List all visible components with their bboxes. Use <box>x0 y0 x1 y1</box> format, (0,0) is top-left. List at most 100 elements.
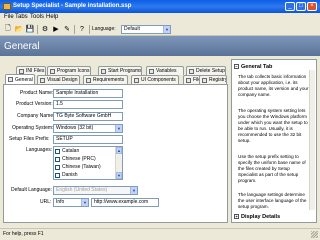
save-icon[interactable]: 💾 <box>25 24 35 34</box>
url-label: URL: <box>40 199 52 205</box>
expand-icon[interactable]: + <box>234 214 239 219</box>
chevron-down-icon[interactable]: ▼ <box>163 26 170 33</box>
general-tab-help-header[interactable]: − General Tab <box>234 62 314 71</box>
registry-icon <box>202 77 207 83</box>
menu-tabs[interactable]: Tabs <box>15 14 28 20</box>
scrollbar[interactable] <box>309 70 315 210</box>
languages-list[interactable]: Catalan Chinese (PRC) Chinese (Taiwan) D… <box>53 146 123 180</box>
tab-ui-components[interactable]: UI Components <box>131 75 179 84</box>
default-language-label: Default Language: <box>11 187 52 193</box>
build-icon[interactable]: ⚙ <box>40 24 50 34</box>
tab-delete-setup[interactable]: Delete Setup <box>186 66 226 75</box>
company-name-label: Company Name: <box>17 113 55 119</box>
maximize-button[interactable]: □ <box>296 2 306 11</box>
default-language-value: English (United States) <box>56 187 108 193</box>
operating-system-value: Windows (32 bit) <box>56 125 94 131</box>
help-icon[interactable]: ? <box>77 24 87 34</box>
resize-grip-icon[interactable] <box>311 231 318 238</box>
start-programs-icon <box>101 68 106 74</box>
menu-help[interactable]: Help <box>46 14 58 20</box>
company-name-input[interactable]: TG Byte Software GmbH <box>53 112 123 121</box>
display-details-header[interactable]: + Display Details <box>234 212 314 221</box>
toolbar: 🗋 📂 💾 ⚙ ▶ ✎ ? Language: Default ▼ <box>0 23 320 36</box>
list-item-label: Chinese (PRC) <box>62 156 96 162</box>
scroll-down-icon[interactable]: ▼ <box>116 172 122 179</box>
help-header-label: Display Details <box>241 213 281 220</box>
setup-prefix-input[interactable]: SETUP <box>53 135 123 144</box>
ini-files-icon <box>19 68 24 74</box>
operating-system-label: Operating System: <box>12 125 54 131</box>
requirements-icon <box>86 77 91 83</box>
checkbox[interactable] <box>55 164 60 170</box>
list-item[interactable]: Catalan <box>54 147 122 155</box>
tab-visual-design[interactable]: Visual Design <box>37 75 80 84</box>
list-item-label: Danish <box>62 172 78 178</box>
close-button[interactable]: × <box>307 2 317 11</box>
run-icon[interactable]: ▶ <box>51 24 61 34</box>
menu-tools[interactable]: Tools <box>30 14 44 20</box>
toolbar-separator <box>37 25 38 34</box>
product-version-label: Product Version: <box>16 101 53 107</box>
tab-label: Delete Setup <box>196 68 225 74</box>
visual-design-icon <box>40 77 45 83</box>
window-title: Setup Specialist - Sample installation.s… <box>13 3 132 9</box>
tab-general[interactable]: General <box>5 74 35 84</box>
product-version-input[interactable]: 1.5 <box>53 100 123 109</box>
files-icon <box>186 77 191 83</box>
menu-file[interactable]: File <box>4 14 14 20</box>
toolbar-separator <box>74 25 75 34</box>
checkbox[interactable] <box>55 156 60 162</box>
operating-system-select[interactable]: Windows (32 bit) ▼ <box>53 124 123 133</box>
help-text-2: The operating system setting lets you ch… <box>238 108 308 143</box>
language-label: Language: <box>92 26 116 32</box>
product-name-input[interactable]: Sample Installation <box>53 89 123 98</box>
list-item[interactable]: Chinese (PRC) <box>54 155 122 163</box>
checkbox[interactable] <box>55 148 60 154</box>
chevron-down-icon[interactable]: ▼ <box>115 125 122 132</box>
list-item[interactable]: Danish <box>54 171 122 179</box>
new-icon[interactable]: 🗋 <box>3 24 13 34</box>
tab-label: Program Icons <box>57 68 90 74</box>
tab-start-programs[interactable]: Start Programs <box>98 66 142 75</box>
collapse-icon[interactable]: − <box>234 64 239 69</box>
app-icon[interactable] <box>3 3 11 10</box>
language-select-value: Default <box>124 26 140 32</box>
list-item-label: Catalan <box>62 148 80 154</box>
toolbar-separator <box>89 25 90 34</box>
tab-variables[interactable]: Variables <box>146 66 184 75</box>
help-text-3: Use the setup prefix setting to specify … <box>238 154 306 183</box>
title-bar[interactable]: Setup Specialist - Sample installation.s… <box>0 0 320 13</box>
variables-icon <box>149 68 154 74</box>
chevron-down-icon[interactable]: ▼ <box>130 187 137 194</box>
wizard-icon[interactable]: ✎ <box>62 24 72 34</box>
tab-label: UI Components <box>141 77 176 83</box>
url-type-value: Info <box>56 199 65 205</box>
languages-label: Languages: <box>26 147 53 153</box>
chevron-down-icon[interactable]: ▼ <box>81 199 88 206</box>
general-tab-panel: Product Name: Sample Installation Produc… <box>3 84 228 223</box>
tab-label: Variables <box>156 68 177 74</box>
scroll-up-icon[interactable]: ▲ <box>116 147 122 154</box>
tab-registry[interactable]: Registry <box>199 75 227 84</box>
list-item[interactable]: Chinese (Taiwan) <box>54 163 122 171</box>
tab-label: Requirements <box>93 77 125 83</box>
language-select[interactable]: Default ▼ <box>121 25 171 34</box>
tab-program-icons[interactable]: Program Icons <box>47 66 91 75</box>
default-language-select[interactable]: English (United States) ▼ <box>53 186 138 195</box>
list-item-label: Chinese (Taiwan) <box>62 164 101 170</box>
tab-label: Registry <box>209 77 227 83</box>
open-icon[interactable]: 📂 <box>14 24 24 34</box>
tab-label: Start Programs <box>108 68 142 74</box>
tab-requirements[interactable]: Requirements <box>83 75 128 84</box>
tab-label: General <box>15 76 33 83</box>
minimize-button[interactable]: _ <box>285 2 295 11</box>
tab-label: Visual Design <box>47 77 78 83</box>
page-title: General <box>4 41 40 52</box>
url-type-select[interactable]: Info ▼ <box>53 198 89 207</box>
help-panel: − General Tab The tab collects basic inf… <box>231 59 317 223</box>
url-input[interactable]: http://www.example.com <box>91 198 159 207</box>
scrollbar[interactable]: ▲ ▼ <box>115 147 122 179</box>
checkbox[interactable] <box>55 172 60 178</box>
help-text-1: The tab collects basic information about… <box>238 74 309 97</box>
ui-components-icon <box>134 77 139 83</box>
